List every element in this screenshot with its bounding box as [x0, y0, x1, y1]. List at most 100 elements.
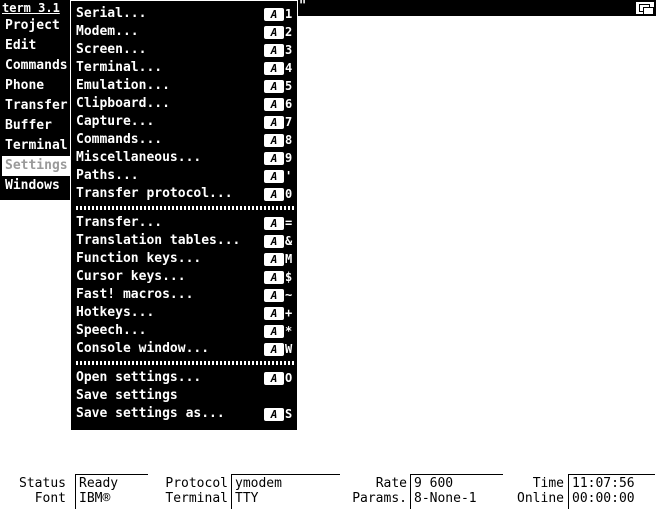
menu-terminal[interactable]: Terminal	[5, 136, 71, 156]
shortcut-key: =	[285, 216, 293, 230]
menu-item-label: Modem...	[76, 24, 139, 39]
menu-item-commands[interactable]: Commands... A 8	[76, 131, 294, 149]
amiga-key-icon: A	[264, 324, 284, 338]
menu-item-label: Hotkeys...	[76, 305, 155, 320]
shortcut-key: *	[285, 324, 293, 338]
menu-separator	[76, 206, 294, 210]
shortcut: A7	[264, 114, 294, 130]
amiga-key-icon: A	[264, 97, 284, 111]
menu-item-label: Translation tables...	[76, 233, 241, 248]
menu-project[interactable]: Project	[5, 16, 71, 36]
menu-item-function-keys[interactable]: Function keys... A M	[76, 250, 294, 268]
shortcut-key: 6	[285, 97, 293, 111]
menu-item-cursor-keys[interactable]: Cursor keys... A $	[76, 268, 294, 286]
menu-item-modem[interactable]: Modem... A 2	[76, 23, 294, 41]
menu-item-paths[interactable]: Paths... A '	[76, 167, 294, 185]
menu-item-transfer[interactable]: Transfer... A =	[76, 214, 294, 232]
shortcut: A &	[264, 233, 294, 249]
menu-item-speech[interactable]: Speech... A *	[76, 322, 294, 340]
shortcut-key: ~	[285, 288, 293, 302]
shortcut-key: 3	[285, 43, 293, 57]
menu-item-hotkeys[interactable]: Hotkeys... A +	[76, 304, 294, 322]
shortcut: A8	[264, 132, 294, 148]
status-value: Ready	[79, 476, 119, 491]
amiga-key-icon: A	[264, 216, 284, 230]
params-value: 8-None-1	[414, 491, 477, 506]
shortcut-key: 8	[285, 133, 293, 147]
shortcut-key: 4	[285, 61, 293, 75]
font-value: IBM®	[79, 491, 111, 506]
amiga-key-icon: A	[264, 169, 284, 183]
menu-commands[interactable]: Commands	[5, 56, 71, 76]
shortcut: A0	[264, 186, 294, 202]
shortcut-key: M	[285, 252, 293, 266]
amiga-key-icon: A	[264, 234, 284, 248]
menu-windows[interactable]: Windows	[5, 176, 71, 196]
menu-separator	[76, 361, 294, 365]
font-label: Font	[34, 491, 66, 506]
shortcut: AM	[264, 251, 294, 267]
menu-item-label: Miscellaneous...	[76, 150, 202, 165]
window-title: term 3.1	[2, 1, 60, 15]
status-label: Status	[19, 476, 66, 491]
menu-item-save-settings-as[interactable]: Save settings as... A S	[76, 405, 294, 423]
menu-item-serial[interactable]: Serial... A 1	[76, 5, 294, 23]
menu-strip: Project Edit Commands Phone Transfer Buffer Te…	[0, 16, 72, 200]
menu-item-label: Terminal...	[76, 60, 163, 75]
menu-item-translation-tables[interactable]: Translation tables... A &	[76, 232, 294, 250]
amiga-key-icon: A	[264, 115, 284, 129]
menu-item-capture[interactable]: Capture... A 7	[76, 113, 294, 131]
menu-item-clipboard[interactable]: Clipboard... A 6	[76, 95, 294, 113]
amiga-key-icon: A	[264, 306, 284, 320]
menu-item-label: Emulation...	[76, 78, 170, 93]
shortcut-key: 5	[285, 79, 293, 93]
menu-item-label: Fast! macros...	[76, 287, 194, 302]
shortcut-key: S	[285, 407, 293, 421]
depth-arrange-icon[interactable]	[635, 1, 655, 15]
menu-item-label: Cursor keys...	[76, 269, 186, 284]
menu-item-terminal[interactable]: Terminal... A 4	[76, 59, 294, 77]
shortcut: A *	[264, 323, 294, 339]
menu-item-screen[interactable]: Screen... A 3	[76, 41, 294, 59]
menu-item-fast-macros[interactable]: Fast! macros... A ~	[76, 286, 294, 304]
amiga-key-icon: A	[264, 407, 284, 421]
online-value: 00:00:00	[572, 491, 635, 506]
menu-item-open-settings[interactable]: Open settings... A O	[76, 369, 294, 387]
online-label: Online	[517, 491, 564, 506]
menu-item-emulation[interactable]: Emulation... A 5	[76, 77, 294, 95]
menu-item-label: Function keys...	[76, 251, 202, 266]
menu-item-label: Transfer protocol...	[76, 186, 233, 201]
menu-edit[interactable]: Edit	[5, 36, 71, 56]
menu-item-label: Capture...	[76, 114, 155, 129]
shortcut: A $	[264, 269, 294, 285]
menu-item-label: Console window...	[76, 341, 210, 356]
amiga-key-icon: A	[264, 252, 284, 266]
menu-transfer[interactable]: Transfer	[5, 96, 71, 116]
shortcut: A2	[264, 24, 294, 40]
menu-item-save-settings[interactable]: Save settings	[76, 387, 294, 405]
amiga-key-icon: A	[264, 342, 284, 356]
shortcut-key: 1	[285, 7, 293, 21]
menu-settings[interactable]: Settings	[2, 156, 71, 176]
shortcut-key: $	[285, 270, 293, 284]
shortcut: AW	[264, 341, 294, 357]
shortcut-key: O	[285, 371, 293, 385]
shortcut-key: 2	[285, 25, 293, 39]
title-quote: "	[299, 0, 307, 12]
amiga-key-icon: A	[264, 61, 284, 75]
menu-buffer[interactable]: Buffer	[5, 116, 71, 136]
protocol-label: Protocol	[165, 476, 228, 491]
menu-item-miscellaneous[interactable]: Miscellaneous... A 9	[76, 149, 294, 167]
shortcut: A3	[264, 42, 294, 58]
menu-item-transfer-protocol[interactable]: Transfer protocol... A 0	[76, 185, 294, 203]
amiga-key-icon: A	[264, 25, 284, 39]
terminal-label: Terminal	[165, 491, 228, 506]
shortcut-key: 7	[285, 115, 293, 129]
shortcut-key: '	[285, 169, 293, 183]
menu-item-console-window[interactable]: Console window... A W	[76, 340, 294, 358]
menu-item-label: Screen...	[76, 42, 147, 57]
menu-item-label: Paths...	[76, 168, 139, 183]
amiga-key-icon: A	[264, 133, 284, 147]
shortcut: A '	[264, 168, 294, 184]
menu-phone[interactable]: Phone	[5, 76, 71, 96]
